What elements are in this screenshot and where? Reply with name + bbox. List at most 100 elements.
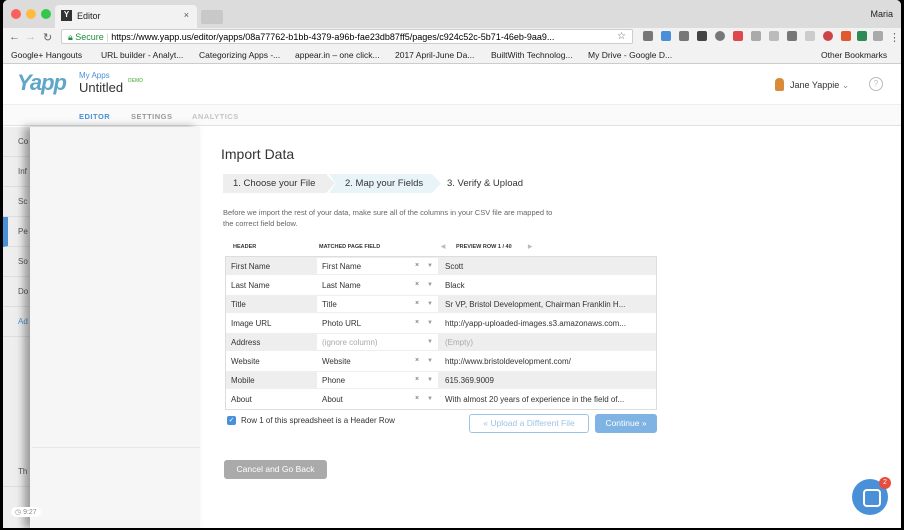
close-window-button[interactable] [11,9,21,19]
reload-icon[interactable]: ↻ [43,31,52,44]
bookmark[interactable]: URL builder - Analyt... [101,50,183,60]
clear-icon[interactable]: × [415,319,419,326]
continue-button[interactable]: Continue » [595,414,657,433]
clear-icon[interactable]: × [415,262,419,269]
yapp-logo[interactable]: Yapp [17,70,67,96]
col-matched: MATCHED PAGE FIELD [319,244,381,250]
preview-cell: Sr VP, Bristol Development, Chairman Fra… [445,300,626,309]
clear-icon[interactable]: × [415,376,419,383]
tab-analytics[interactable]: ANALYTICS [192,112,239,121]
extension-icon[interactable] [873,31,883,41]
chevron-down-icon: ▼ [427,301,433,307]
next-row-icon[interactable]: ▶ [528,244,532,250]
sidebar-item[interactable]: So [3,247,33,277]
sidebar-item[interactable]: Inf [3,157,33,187]
bookmark[interactable]: 2017 April-June Da... [395,50,474,60]
header-cell: Mobile [231,376,255,385]
field-select[interactable]: First Name × ▼ [317,258,438,274]
header-cell: About [231,395,252,404]
field-select[interactable]: Photo URL × ▼ [317,315,438,331]
header-row-checkbox[interactable]: ✓ [227,416,236,425]
header-cell: Image URL [231,319,272,328]
back-icon[interactable]: ← [9,31,20,43]
chevron-down-icon: ▼ [427,396,433,402]
sidebar-item[interactable]: Do [3,277,33,307]
browser-user[interactable]: Maria [870,9,893,19]
sidebar-item[interactable]: Co [3,127,33,157]
upload-different-file-button[interactable]: « Upload a Different File [469,414,589,433]
table-row: Website Website × ▼ http://www.bristoldeve… [226,352,656,371]
extension-icon[interactable] [715,31,725,41]
field-select[interactable]: Title × ▼ [317,296,438,312]
sidebar-add[interactable]: Ad [3,307,33,337]
user-menu[interactable]: Jane Yappie ⌄ [790,80,849,91]
field-select[interactable]: Website × ▼ [317,353,438,369]
table-row: Mobile Phone × ▼ 615.369.9009 [226,371,656,390]
other-bookmarks[interactable]: Other Bookmarks [821,50,887,60]
sidebar-item[interactable]: Pe [3,217,33,247]
close-tab-icon[interactable]: × [184,10,189,20]
yapp-favicon-icon: Y [61,10,72,21]
header-cell: Title [231,300,246,309]
table-row: Last Name Last Name × ▼ Black [226,276,656,295]
tab-editor[interactable]: EDITOR [79,112,110,121]
browser-tab[interactable]: Y Editor × [55,5,197,28]
clear-icon[interactable]: × [415,300,419,307]
field-value: First Name [322,262,362,271]
field-select[interactable]: (ignore column) ▼ [317,334,438,350]
bookmark-star-icon[interactable]: ☆ [617,31,626,42]
sidebar-item[interactable]: Th [3,457,33,487]
extension-icon[interactable] [643,31,653,41]
cancel-button[interactable]: Cancel and Go Back [224,460,327,479]
extension-icon[interactable] [697,31,707,41]
extension-icon[interactable] [679,31,689,41]
new-tab-button[interactable] [201,10,223,24]
prev-row-icon[interactable]: ◀ [441,244,445,250]
menu-icon[interactable]: ⋮ [889,31,900,44]
bookmark[interactable]: My Drive - Google D... [588,50,672,60]
address-bar-row: ← → ↻ 🔒︎ Secure | https://www.yapp.us/ed… [3,28,901,46]
tab-settings[interactable]: SETTINGS [131,112,173,121]
chevron-down-icon: ⌄ [841,80,850,90]
bookmark[interactable]: BuiltWith Technolog... [491,50,573,60]
extension-icon[interactable] [661,31,671,41]
wizard-steps: 1. Choose your File 2. Map your Fields 3… [223,174,543,193]
bookmarks-bar: Google+ Hangouts URL builder - Analyt...… [3,46,901,64]
extension-icon[interactable] [857,31,867,41]
clear-icon[interactable]: × [415,395,419,402]
help-icon[interactable]: ? [869,77,883,91]
my-apps-link[interactable]: My Apps [79,71,110,80]
url-input[interactable]: 🔒︎ Secure | https://www.yapp.us/editor/y… [61,29,633,44]
bookmark[interactable]: Google+ Hangouts [11,50,82,60]
clear-icon[interactable]: × [415,281,419,288]
pocket-icon[interactable] [733,31,743,41]
mapping-table: First Name First Name × ▼ Scott Last Name L… [225,256,657,410]
field-select[interactable]: Last Name × ▼ [317,277,438,293]
sidebar-item[interactable]: Sc [3,187,33,217]
extension-icon[interactable] [751,31,761,41]
extension-icon[interactable] [787,31,797,41]
avatar[interactable] [775,78,784,91]
maximize-window-button[interactable] [41,9,51,19]
header-cell: Last Name [231,281,270,290]
chevron-down-icon: ▼ [427,320,433,326]
chevron-down-icon: ▼ [427,263,433,269]
extension-icon[interactable] [769,31,779,41]
field-select[interactable]: About × ▼ [317,391,438,407]
forward-icon[interactable]: → [25,31,36,43]
field-select[interactable]: Phone × ▼ [317,372,438,388]
bookmark[interactable]: appear.in – one click... [295,50,380,60]
bookmark[interactable]: Categorizing Apps -... [199,50,280,60]
app-name[interactable]: Untitled [79,80,123,95]
preview-cell: Scott [445,262,464,271]
user-name: Jane Yappie [790,80,840,90]
time-text: 9:27 [23,509,37,516]
extension-icon[interactable] [841,31,851,41]
extension-icon[interactable] [823,31,833,41]
clear-icon[interactable]: × [415,357,419,364]
preview-cell: Black [445,281,465,290]
field-value: Title [322,300,337,309]
demo-badge: DEMO [128,78,143,84]
extension-icon[interactable] [805,31,815,41]
minimize-window-button[interactable] [26,9,36,19]
